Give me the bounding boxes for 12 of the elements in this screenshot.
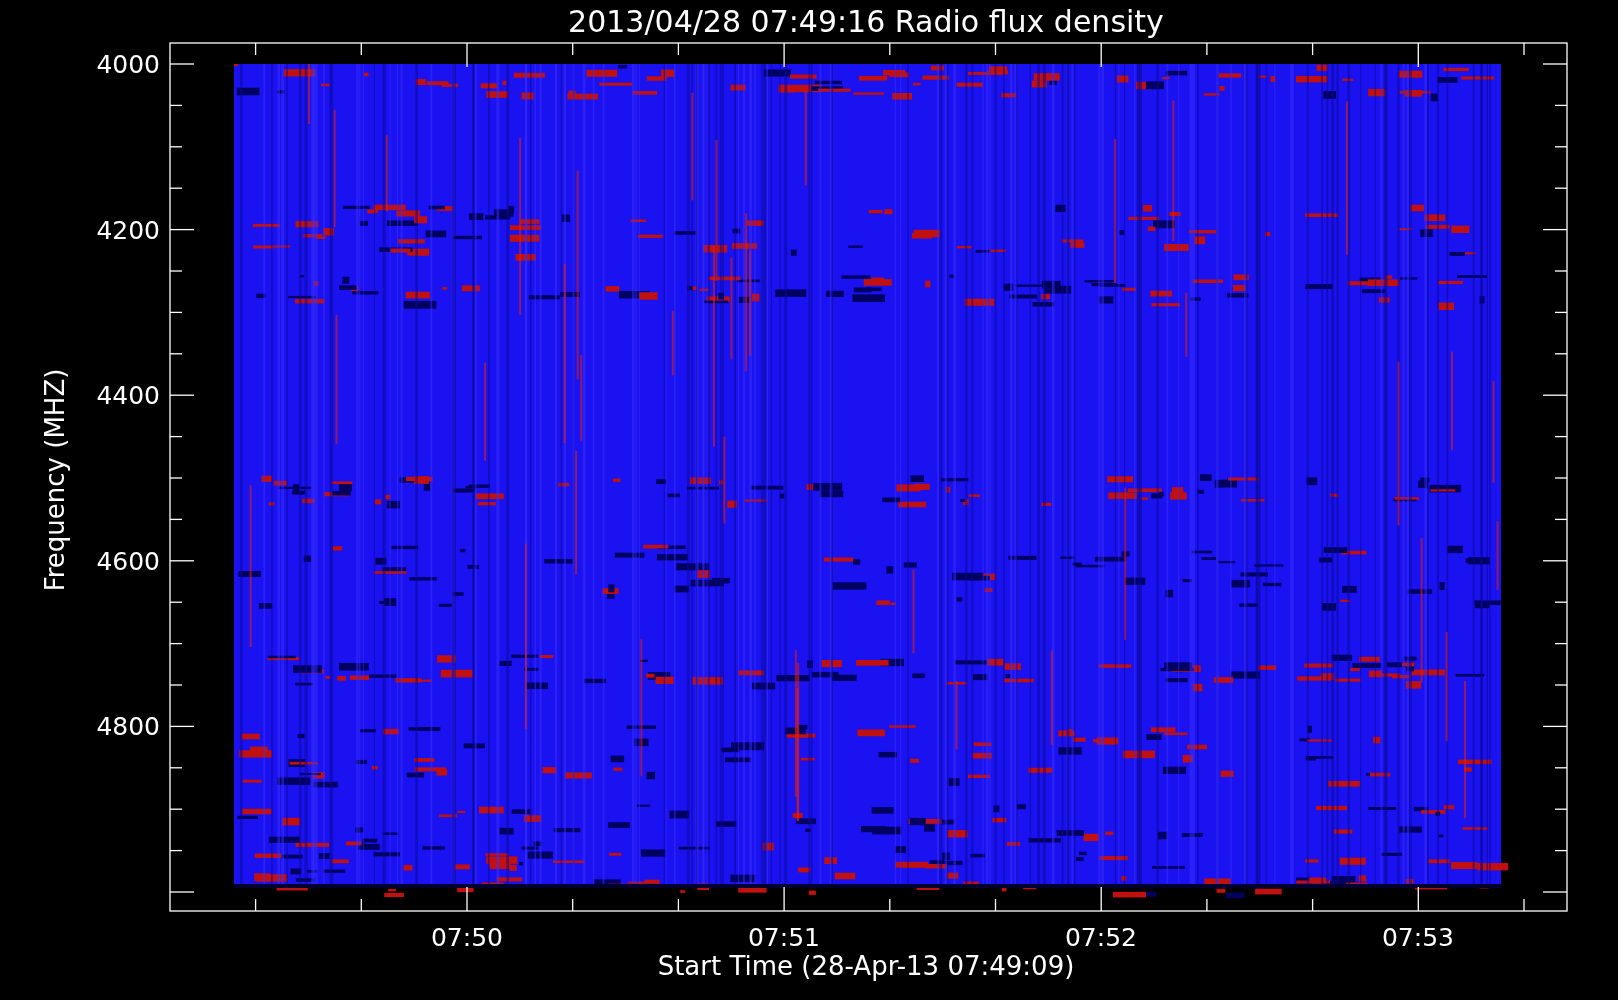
y-tick-label: 4000 — [96, 50, 160, 79]
x-tick-label: 07:52 — [1065, 923, 1137, 952]
y-tick-label: 4600 — [96, 546, 160, 576]
x-axis-label: Start Time (28-Apr-13 07:49:09) — [657, 951, 1075, 981]
chart-title: 2013/04/28 07:49:16 Radio flux density — [568, 4, 1164, 39]
x-tick-label: 07:51 — [748, 923, 820, 952]
y-tick-label: 4800 — [96, 712, 160, 741]
x-tick-label: 07:53 — [1382, 923, 1454, 952]
y-tick-label: 4200 — [96, 215, 160, 245]
y-tick-label: 4400 — [96, 381, 160, 410]
y-axis-label: Frequency (MHZ) — [40, 368, 70, 592]
x-tick-label: 07:50 — [431, 923, 503, 952]
